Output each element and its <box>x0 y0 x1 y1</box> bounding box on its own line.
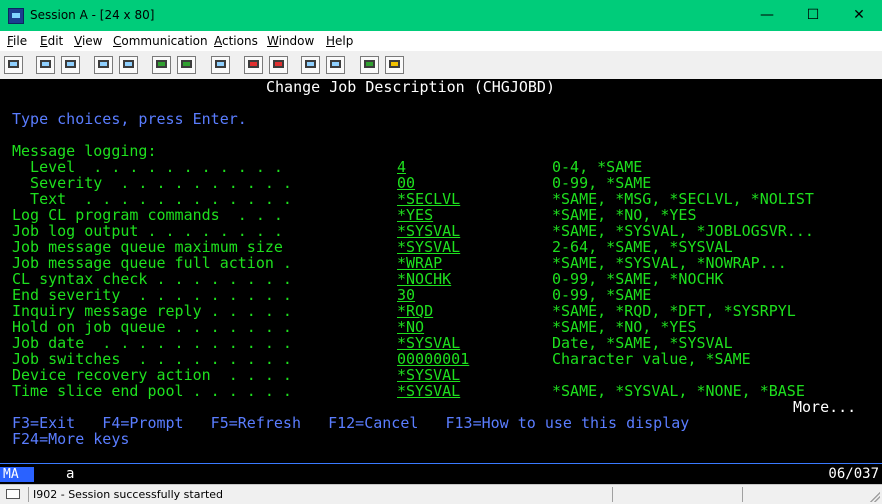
stop-macro-icon[interactable] <box>301 56 320 74</box>
globe-icon[interactable] <box>360 56 379 74</box>
job-date-input[interactable]: *SYSVAL <box>397 335 460 351</box>
connection-icon <box>6 489 20 499</box>
cursor-position: 06/037 <box>828 466 879 482</box>
text-input[interactable]: *SECLVL <box>397 191 460 207</box>
close-button[interactable]: ✕ <box>836 0 882 31</box>
severity-input[interactable]: 00 <box>397 175 415 191</box>
keyboard-icon[interactable] <box>177 56 196 74</box>
row-label: Job log output . . . . . . . . <box>12 222 283 240</box>
function-keys-line-2[interactable]: F24=More keys <box>12 431 129 447</box>
menu-actions[interactable]: Actions <box>214 34 258 48</box>
row-choices: Date, *SAME, *SYSVAL <box>552 334 733 352</box>
device-recovery-input[interactable]: *SYSVAL <box>397 367 460 383</box>
row-label: Text . . . . . . . . . . . . <box>12 190 292 208</box>
session-app-icon <box>8 8 24 24</box>
play-macro-icon[interactable] <box>269 56 288 74</box>
row-choices: *SAME, *MSG, *SECLVL, *NOLIST <box>552 190 814 208</box>
section-heading: Message logging: <box>12 142 157 160</box>
row-choices: *SAME, *NO, *YES <box>552 318 697 336</box>
record-macro-icon[interactable] <box>244 56 263 74</box>
log-cl-commands-input[interactable]: *YES <box>397 207 433 223</box>
instruction-text: Type choices, press Enter. <box>12 110 247 128</box>
job-switches-input[interactable]: 00000001 <box>397 351 469 367</box>
paste-icon[interactable] <box>61 56 80 74</box>
row-choices: 0-99, *SAME <box>552 174 652 192</box>
mode-indicator: MA <box>0 467 34 482</box>
row-label: Job switches . . . . . . . . . <box>12 350 292 368</box>
edit-icon[interactable] <box>385 56 404 74</box>
row-choices: 0-4, *SAME <box>552 158 643 176</box>
inquiry-reply-input[interactable]: *RQD <box>397 303 433 319</box>
row-label: Inquiry message reply . . . . . <box>12 302 292 320</box>
row-label: Time slice end pool . . . . . . <box>12 382 292 400</box>
menu-communication[interactable]: Communication <box>113 34 208 48</box>
terminal-screen[interactable]: Change Job Description (CHGJOBD) Type ch… <box>0 79 882 463</box>
minimize-button[interactable]: — <box>744 0 790 31</box>
msgq-full-action-input[interactable]: *WRAP <box>397 255 442 271</box>
macro-icon[interactable] <box>211 56 230 74</box>
level-input[interactable]: 4 <box>397 159 406 175</box>
msgq-max-size-input[interactable]: *SYSVAL <box>397 239 460 255</box>
maximize-button[interactable]: ☐ <box>790 0 836 31</box>
pause-macro-icon[interactable] <box>326 56 345 74</box>
row-label: Job message queue maximum size <box>12 238 283 256</box>
copy-icon[interactable] <box>36 56 55 74</box>
row-label: Device recovery action . . . . <box>12 366 292 384</box>
send-icon[interactable] <box>94 56 113 74</box>
row-label: Log CL program commands . . . <box>12 206 283 224</box>
status-separator <box>742 487 743 502</box>
row-label: Severity . . . . . . . . . . <box>12 174 292 192</box>
row-choices: *SAME, *NO, *YES <box>552 206 697 224</box>
row-label: Level . . . . . . . . . . . <box>12 158 283 176</box>
function-keys-line-1[interactable]: F3=Exit F4=Prompt F5=Refresh F12=Cancel … <box>12 415 689 431</box>
operator-info-area: MA a 06/037 <box>0 463 882 484</box>
row-label: Job message queue full action . <box>12 254 292 272</box>
row-choices: *SAME, *SYSVAL, *NOWRAP... <box>552 254 787 272</box>
row-choices: *SAME, *SYSVAL, *NONE, *BASE <box>552 382 805 400</box>
receive-icon[interactable] <box>119 56 138 74</box>
display-icon[interactable] <box>152 56 171 74</box>
row-label: Hold on job queue . . . . . . . <box>12 318 292 336</box>
resize-grip-icon[interactable] <box>870 492 880 502</box>
menu-window[interactable]: Window <box>267 34 314 48</box>
row-choices: 0-99, *SAME <box>552 286 652 304</box>
session-indicator: a <box>66 466 75 482</box>
status-separator <box>612 487 613 502</box>
end-severity-input[interactable]: 30 <box>397 287 415 303</box>
menu-edit[interactable]: Edit <box>40 34 63 48</box>
row-choices: 2-64, *SAME, *SYSVAL <box>552 238 733 256</box>
row-choices: 0-99, *SAME, *NOCHK <box>552 270 724 288</box>
row-label: End severity . . . . . . . . . <box>12 286 292 304</box>
row-choices: Character value, *SAME <box>552 350 751 368</box>
window-title: Session A - [24 x 80] <box>30 8 155 22</box>
row-choices: *SAME, *SYSVAL, *JOBLOGSVR... <box>552 222 814 240</box>
cl-syntax-check-input[interactable]: *NOCHK <box>397 271 451 287</box>
row-label: CL syntax check . . . . . . . . <box>12 270 292 288</box>
hold-on-jobq-input[interactable]: *NO <box>397 319 424 335</box>
time-slice-end-pool-input[interactable]: *SYSVAL <box>397 383 460 399</box>
window-titlebar: Session A - [24 x 80] — ☐ ✕ <box>0 0 882 31</box>
toolbar <box>0 51 882 80</box>
print-screen-icon[interactable] <box>4 56 23 74</box>
menu-bar: File Edit View Communication Actions Win… <box>0 31 882 51</box>
status-bar: I902 - Session successfully started <box>0 484 882 504</box>
more-indicator: More... <box>793 398 857 416</box>
row-label: Job date . . . . . . . . . . . <box>12 334 292 352</box>
row-choices: *SAME, *RQD, *DFT, *SYSRPYL <box>552 302 796 320</box>
screen-title: Change Job Description (CHGJOBD) <box>266 78 555 96</box>
menu-file[interactable]: File <box>7 34 27 48</box>
menu-help[interactable]: Help <box>326 34 353 48</box>
job-log-output-input[interactable]: *SYSVAL <box>397 223 460 239</box>
menu-view[interactable]: View <box>74 34 102 48</box>
status-separator <box>28 487 29 502</box>
status-message: I902 - Session successfully started <box>33 488 224 501</box>
